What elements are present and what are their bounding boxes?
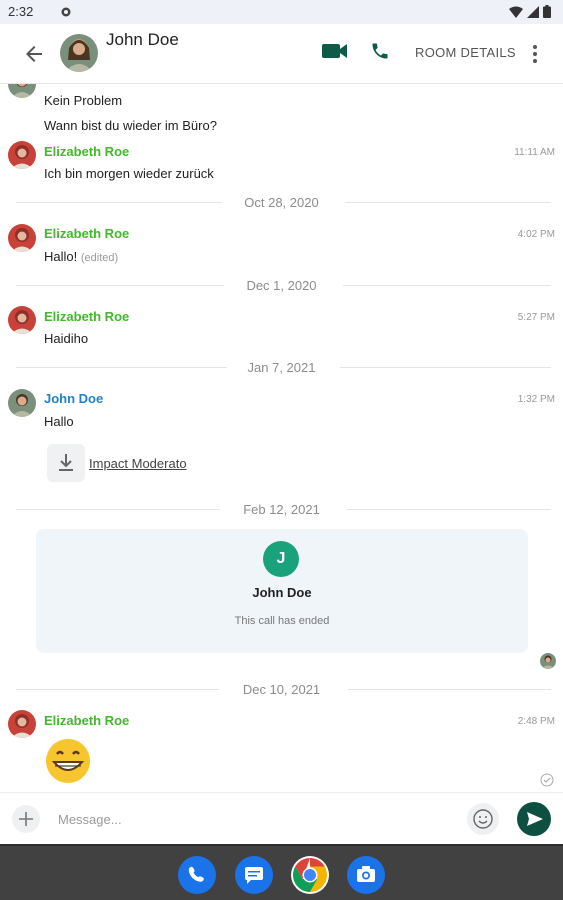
avatar[interactable]: [8, 306, 36, 334]
date-label: Oct 28, 2020: [244, 195, 319, 210]
date-label: Dec 1, 2020: [246, 278, 317, 293]
video-call-icon[interactable]: [322, 42, 348, 65]
composer: [0, 792, 563, 844]
file-name-link[interactable]: Impact Moderato: [89, 456, 187, 471]
sender-name[interactable]: Elizabeth Roe: [44, 226, 129, 241]
more-vert-icon[interactable]: [530, 42, 540, 66]
avatar[interactable]: [8, 141, 36, 169]
avatar[interactable]: [8, 710, 36, 738]
header-avatar[interactable]: [60, 34, 98, 72]
download-icon: [59, 454, 73, 471]
call-ended-card[interactable]: J John Doe This call has ended: [36, 529, 528, 653]
status-time: 2:32: [8, 4, 34, 19]
wifi-icon: [509, 5, 523, 23]
avatar[interactable]: [8, 224, 36, 252]
sent-check-icon: [540, 773, 554, 792]
app-bar: John Doe ROOM DETAILS: [0, 24, 563, 84]
message-timestamp: 1:32 PM: [517, 394, 555, 405]
plus-icon: [19, 812, 33, 826]
header-title[interactable]: John Doe: [106, 30, 179, 50]
avatar[interactable]: [8, 389, 36, 417]
date-separator: Oct 28, 2020: [0, 193, 563, 213]
message-text[interactable]: Kein Problem: [44, 93, 122, 108]
message-timestamp: 5:27 PM: [517, 312, 555, 323]
status-icons: [509, 5, 551, 23]
message-text[interactable]: Ich bin morgen wieder zurück: [44, 166, 214, 181]
emoji-button[interactable]: [467, 803, 499, 835]
message-timestamp: 2:48 PM: [517, 716, 555, 727]
message-text[interactable]: Wann bist du wieder im Büro?: [44, 118, 217, 133]
call-status: This call has ended: [234, 615, 330, 627]
send-button[interactable]: [517, 802, 551, 836]
notification-icon: [60, 5, 72, 23]
file-download-button[interactable]: [47, 444, 85, 482]
date-separator: Dec 1, 2020: [0, 276, 563, 296]
message-text[interactable]: Hallo: [44, 414, 74, 429]
phone-app-icon[interactable]: [178, 856, 216, 894]
camera-app-icon[interactable]: [347, 856, 385, 894]
call-avatar: J: [263, 541, 299, 577]
date-separator: Dec 10, 2021: [0, 680, 563, 700]
message-text[interactable]: Hallo! (edited): [44, 249, 118, 264]
date-separator: Jan 7, 2021: [0, 358, 563, 378]
message-text[interactable]: Haidiho: [44, 331, 88, 346]
grinning-face-emoji[interactable]: [44, 738, 96, 784]
edited-label: (edited): [80, 252, 119, 264]
sender-name[interactable]: Elizabeth Roe: [44, 713, 129, 728]
back-arrow-icon[interactable]: [22, 42, 46, 66]
sender-name[interactable]: Elizabeth Roe: [44, 309, 129, 324]
messages-app-icon[interactable]: [235, 856, 273, 894]
message-timestamp: 4:02 PM: [517, 229, 555, 240]
message-timestamp: 11:11 AM: [514, 147, 555, 158]
date-label: Dec 10, 2021: [242, 682, 321, 697]
message-timeline[interactable]: Kein Problem Wann bist du wieder im Büro…: [0, 84, 563, 792]
room-details-button[interactable]: ROOM DETAILS: [415, 45, 516, 60]
signal-icon: [527, 5, 539, 23]
call-name: John Doe: [252, 585, 312, 600]
message-body: Hallo!: [44, 249, 78, 264]
battery-icon: [543, 5, 551, 23]
send-icon: [527, 812, 543, 826]
sender-name[interactable]: Elizabeth Roe: [44, 144, 129, 159]
system-dock: [0, 844, 563, 900]
date-label: Jan 7, 2021: [247, 360, 316, 375]
smiley-icon: [473, 809, 493, 829]
read-receipt-avatar[interactable]: [540, 653, 556, 669]
message-input[interactable]: [48, 803, 448, 835]
status-bar: 2:32: [0, 0, 563, 24]
date-label: Feb 12, 2021: [243, 502, 320, 517]
phone-icon[interactable]: [370, 41, 390, 66]
chrome-app-icon[interactable]: [291, 856, 329, 894]
sender-name[interactable]: John Doe: [44, 391, 103, 406]
attach-button[interactable]: [12, 805, 40, 833]
avatar[interactable]: [8, 84, 36, 98]
date-separator: Feb 12, 2021: [0, 500, 563, 520]
